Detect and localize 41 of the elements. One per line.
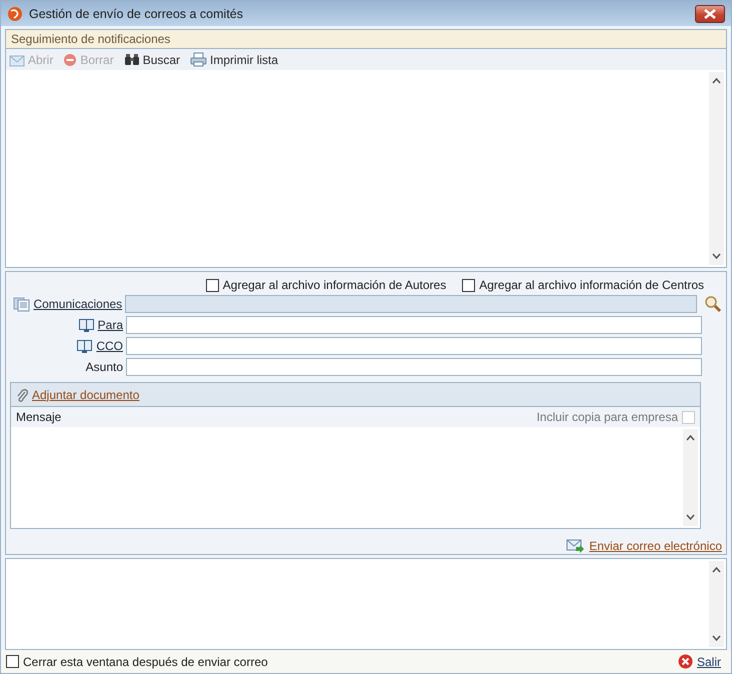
printer-icon bbox=[190, 52, 208, 68]
chevron-down-icon[interactable] bbox=[712, 635, 721, 642]
chevron-down-icon[interactable] bbox=[712, 253, 721, 260]
chevron-down-icon[interactable] bbox=[686, 514, 695, 520]
globe-icon bbox=[7, 6, 23, 22]
book-icon bbox=[78, 318, 95, 332]
input-field[interactable] bbox=[126, 337, 702, 356]
window-title: Gestión de envío de correos a comités bbox=[29, 6, 244, 21]
copy-checkbox[interactable]: Incluir copia para empresa bbox=[536, 410, 695, 424]
close-circle-icon bbox=[678, 654, 693, 670]
search-icon[interactable] bbox=[704, 295, 722, 314]
chevron-up-icon[interactable] bbox=[712, 567, 721, 574]
field-link[interactable]: Para bbox=[98, 318, 123, 332]
minus-circle-icon bbox=[63, 52, 78, 67]
scrollbar[interactable] bbox=[709, 72, 724, 266]
scrollbar[interactable] bbox=[709, 561, 724, 648]
toolbar-button[interactable]: Buscar bbox=[124, 52, 180, 67]
documents-icon bbox=[13, 296, 30, 312]
field-link[interactable]: CCO bbox=[96, 339, 123, 354]
scrollbar[interactable] bbox=[683, 429, 698, 526]
field-label: Asunto bbox=[86, 360, 123, 374]
attach-link[interactable]: Adjuntar documento bbox=[32, 388, 140, 402]
close-after-checkbox[interactable]: Cerrar esta ventana después de enviar correo bbox=[6, 654, 268, 669]
envelope-arrow-icon bbox=[566, 538, 586, 554]
checkbox-option[interactable]: Agregar al archivo información de Autores bbox=[206, 278, 446, 292]
close-icon bbox=[703, 8, 717, 19]
send-email-link[interactable]: Enviar correo electrónico bbox=[566, 538, 722, 554]
book-icon bbox=[76, 339, 94, 354]
paperclip-icon bbox=[16, 388, 28, 402]
input-field[interactable] bbox=[126, 358, 702, 376]
close-button[interactable] bbox=[695, 4, 725, 23]
section-header: Seguimiento de notificaciones bbox=[6, 30, 726, 50]
chevron-up-icon[interactable] bbox=[686, 435, 695, 442]
toolbar-button[interactable]: Imprimir lista bbox=[190, 52, 278, 68]
message-label: Mensaje bbox=[16, 410, 62, 424]
exit-link[interactable]: Salir bbox=[678, 654, 721, 670]
checkbox-option[interactable]: Agregar al archivo información de Centros bbox=[462, 278, 704, 292]
input-field[interactable] bbox=[126, 316, 702, 334]
binoculars-icon bbox=[124, 53, 140, 66]
envelope-icon bbox=[9, 52, 25, 67]
chevron-up-icon[interactable] bbox=[712, 78, 721, 84]
